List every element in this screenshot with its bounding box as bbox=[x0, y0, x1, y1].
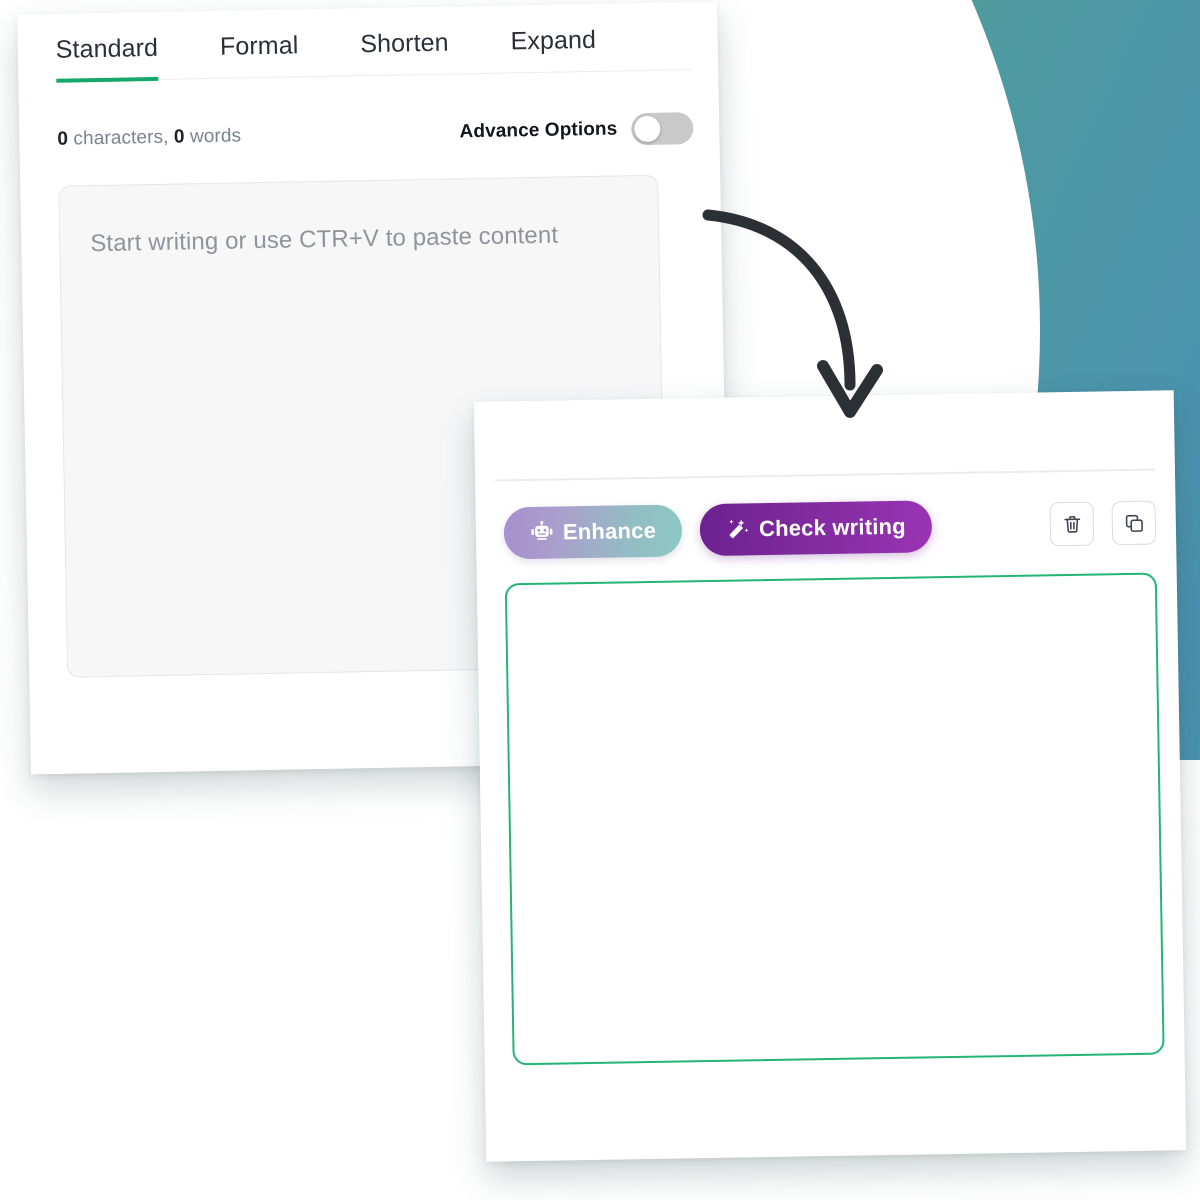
screenshot-stage: Standard Formal Shorten Expand 0 charact… bbox=[0, 0, 1200, 1200]
result-text-output[interactable] bbox=[504, 572, 1165, 1066]
editor-meta-row: 0 characters, 0 words Advance Options bbox=[57, 112, 694, 156]
check-writing-button-label: Check writing bbox=[758, 513, 907, 542]
word-count-label: words bbox=[189, 125, 242, 148]
magic-wand-icon bbox=[726, 517, 750, 541]
result-card-divider bbox=[495, 468, 1155, 482]
trash-icon bbox=[1061, 513, 1082, 534]
toggle-knob bbox=[634, 115, 661, 143]
advance-options-label: Advance Options bbox=[459, 118, 618, 143]
robot-icon bbox=[530, 520, 554, 545]
tab-shorten[interactable]: Shorten bbox=[360, 29, 449, 78]
action-bar-spacer bbox=[950, 525, 1032, 526]
advance-options-group: Advance Options bbox=[459, 112, 694, 148]
mode-tabs: Standard Formal Shorten Expand bbox=[55, 24, 693, 83]
tab-standard-label: Standard bbox=[55, 33, 159, 64]
enhance-button[interactable]: Enhance bbox=[503, 504, 683, 560]
copy-button[interactable] bbox=[1111, 500, 1157, 546]
tab-expand-label: Expand bbox=[510, 25, 597, 56]
tab-formal[interactable]: Formal bbox=[220, 31, 299, 79]
word-count-value: 0 bbox=[173, 126, 185, 148]
delete-button[interactable] bbox=[1049, 501, 1095, 547]
result-action-bar: Enhance Check writing bbox=[503, 497, 1157, 560]
source-text-placeholder: Start writing or use CTR+V to paste cont… bbox=[90, 221, 559, 258]
check-writing-button[interactable]: Check writing bbox=[699, 500, 933, 557]
copy-icon bbox=[1123, 512, 1144, 533]
tab-shorten-label: Shorten bbox=[360, 28, 449, 59]
character-count-label: characters, bbox=[73, 126, 169, 150]
character-word-count: 0 characters, 0 words bbox=[57, 125, 241, 150]
tab-standard[interactable]: Standard bbox=[55, 33, 159, 83]
character-count-value: 0 bbox=[57, 128, 69, 150]
result-card: Enhance Check writing bbox=[473, 390, 1187, 1162]
enhance-button-label: Enhance bbox=[562, 517, 657, 545]
tab-expand[interactable]: Expand bbox=[510, 26, 596, 75]
tab-formal-label: Formal bbox=[219, 31, 299, 61]
advance-options-toggle[interactable] bbox=[631, 112, 694, 146]
